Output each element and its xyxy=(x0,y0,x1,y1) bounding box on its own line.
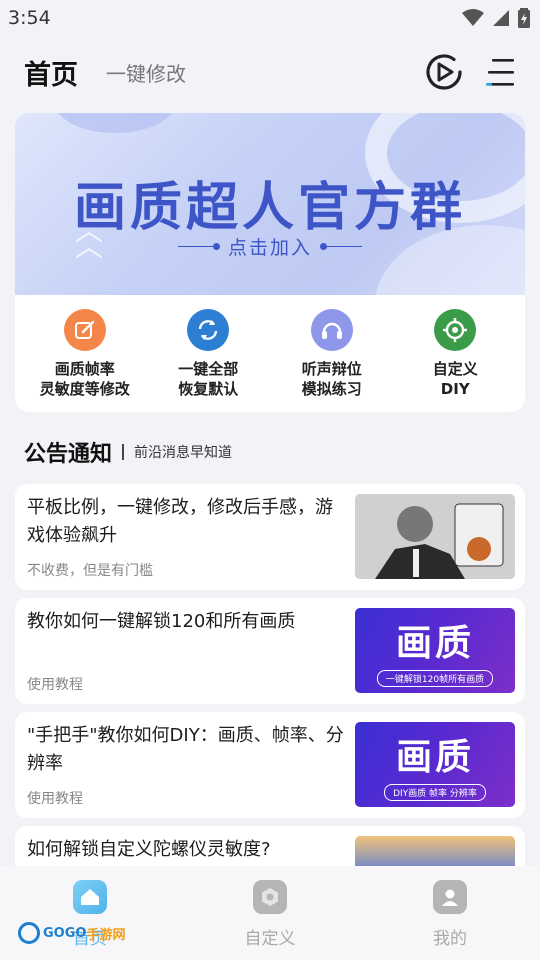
divider xyxy=(122,444,125,460)
news-tag: 不收费，但是有门槛 xyxy=(27,563,153,579)
feature-label-line2: 灵敏度等修改 xyxy=(39,380,130,398)
hexagon-icon xyxy=(253,880,287,914)
signal-icon xyxy=(493,10,509,26)
news-title: "手把手"教你如何DIY：画质、帧率、分辨率 xyxy=(27,725,344,774)
announcement-section-header: 公告通知 前沿消息早知道 xyxy=(24,436,232,468)
tab-home[interactable]: 首页 xyxy=(30,880,150,960)
section-subtitle: 前沿消息早知道 xyxy=(134,445,233,461)
page-title: 首页 xyxy=(24,59,78,91)
thumbnail-title: 画质 xyxy=(395,623,474,664)
status-time: 3:54 xyxy=(8,7,51,29)
menu-icon xyxy=(486,59,514,86)
feature-label-line1: 画质帧率 xyxy=(54,360,115,378)
news-thumbnail xyxy=(355,494,515,579)
battery-icon xyxy=(518,8,530,28)
section-title: 公告通知 xyxy=(24,442,113,467)
feature-label-line1: 自定义 xyxy=(432,360,478,378)
news-title: 平板比例，一键修改，修改后手感，游戏体验飙升 xyxy=(27,497,333,546)
user-icon xyxy=(433,880,467,914)
one-click-modify-link[interactable]: 一键修改 xyxy=(106,58,186,87)
feature-restore-default[interactable]: 一键全部 恢复默认 xyxy=(150,309,266,399)
feature-label-line1: 一键全部 xyxy=(178,360,239,378)
tab-custom[interactable]: 自定义 xyxy=(210,880,330,960)
news-thumbnail: 画质 DIY画质 帧率 分辨率 xyxy=(355,722,515,807)
status-bar: 3:54 xyxy=(0,0,540,36)
status-icons xyxy=(462,8,530,28)
list-item[interactable]: 教你如何一键解锁120和所有画质 使用教程 画质 一键解锁120帧所有画质 xyxy=(15,598,525,704)
watermark-logo: GOGO 手游网 xyxy=(18,922,125,944)
feature-label-line2: 恢复默认 xyxy=(178,380,239,398)
news-title: 教你如何一键解锁120和所有画质 xyxy=(27,611,296,632)
feature-label-line2: 模拟练习 xyxy=(301,380,362,398)
watermark-text: GOGO xyxy=(43,925,87,941)
tab-mine[interactable]: 我的 xyxy=(390,880,510,960)
feature-label-line1: 听声辩位 xyxy=(301,360,362,378)
list-item[interactable]: "手把手"教你如何DIY：画质、帧率、分辨率 使用教程 画质 DIY画质 帧率 … xyxy=(15,712,525,818)
app-header: 首页 一键修改 xyxy=(0,40,540,104)
feature-card: ︿ ︿ 画质超人官方群 点击加入 画质帧率 灵敏度等修改 一键全部 恢复默认 听… xyxy=(15,113,525,412)
banner-title: 画质超人官方群 xyxy=(73,178,466,238)
home-icon xyxy=(73,880,107,914)
news-title: 如何解锁自定义陀螺仪灵敏度? xyxy=(27,839,271,860)
tab-label: 自定义 xyxy=(244,929,296,949)
thumbnail-title: 画质 xyxy=(395,737,474,778)
feature-custom-diy[interactable]: 自定义 DIY xyxy=(397,309,513,399)
refresh-icon xyxy=(187,309,230,351)
wifi-icon xyxy=(462,9,484,26)
feature-label-line2: DIY xyxy=(440,380,470,398)
play-button[interactable] xyxy=(424,52,464,92)
feature-sound-practice[interactable]: 听声辩位 模拟练习 xyxy=(274,309,390,399)
tab-label: 我的 xyxy=(433,929,467,949)
headphones-icon xyxy=(310,309,353,351)
feature-quality-modify[interactable]: 画质帧率 灵敏度等修改 xyxy=(27,309,143,399)
play-circle-icon xyxy=(426,54,462,90)
watermark-text-2: 手游网 xyxy=(86,927,126,943)
list-item[interactable]: 平板比例，一键修改，修改后手感，游戏体验飙升 不收费，但是有门槛 xyxy=(15,484,525,590)
news-thumbnail: 画质 一键解锁120帧所有画质 xyxy=(355,608,515,693)
official-group-banner[interactable]: ︿ ︿ 画质超人官方群 点击加入 xyxy=(15,113,525,295)
bottom-navigation: 首页 自定义 我的 xyxy=(0,866,540,960)
thumbnail-caption: 一键解锁120帧所有画质 xyxy=(376,670,494,687)
menu-button[interactable] xyxy=(486,56,516,88)
thumbnail-caption: DIY画质 帧率 分辨率 xyxy=(384,784,486,801)
news-tag: 使用教程 xyxy=(27,677,83,693)
crosshair-icon xyxy=(434,309,477,351)
banner-subtitle: 点击加入 xyxy=(227,237,312,259)
logo-icon xyxy=(18,922,40,944)
header-actions xyxy=(424,52,516,92)
feature-grid: 画质帧率 灵敏度等修改 一键全部 恢复默认 听声辩位 模拟练习 自定义 DIY xyxy=(15,295,525,399)
join-group-link[interactable]: 点击加入 xyxy=(15,233,525,260)
news-tag: 使用教程 xyxy=(27,791,83,807)
edit-icon xyxy=(63,309,106,351)
